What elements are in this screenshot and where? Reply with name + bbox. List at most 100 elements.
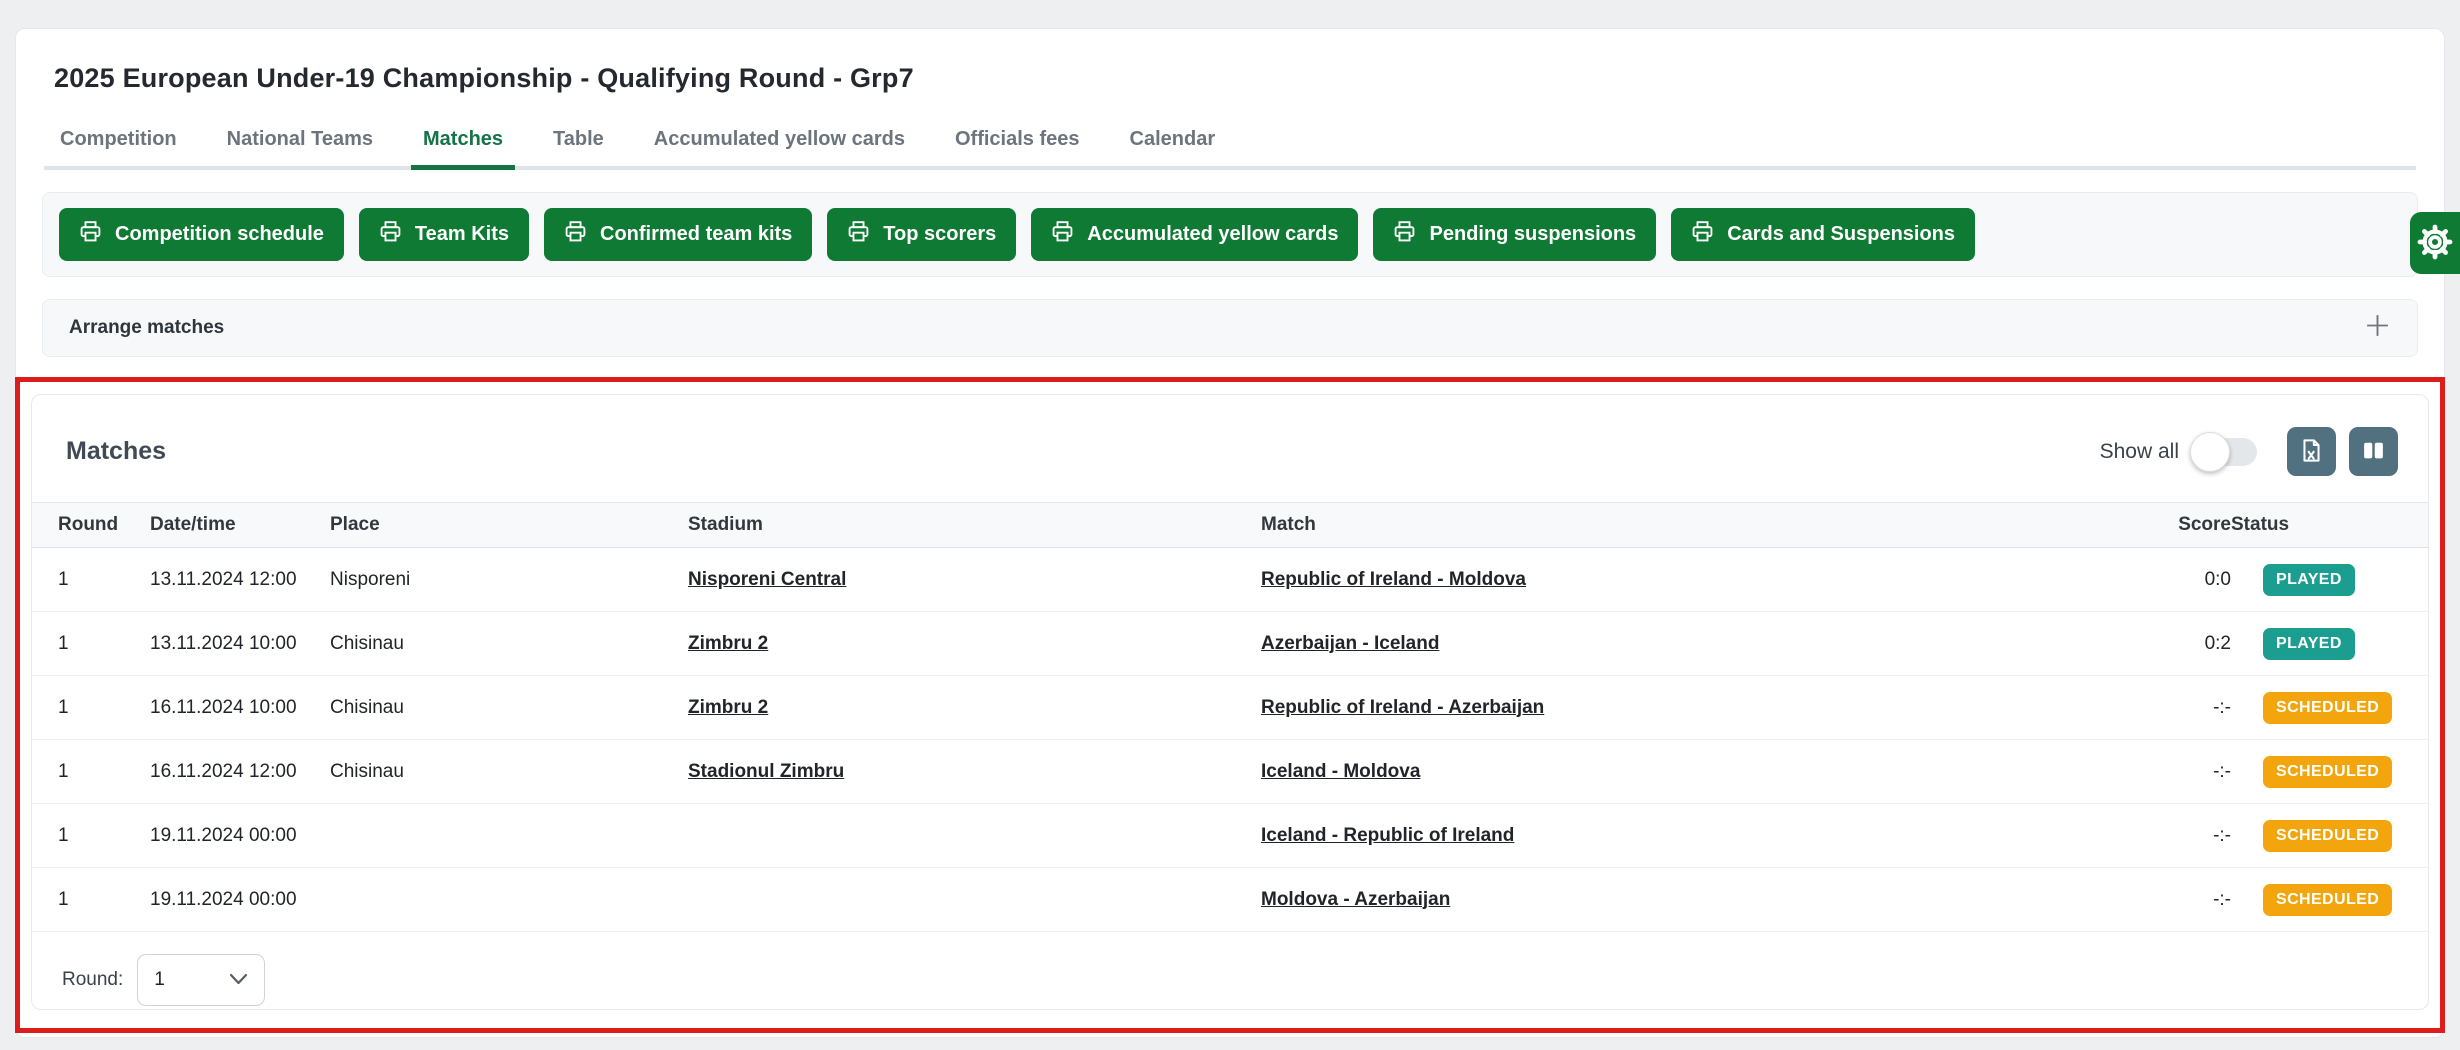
round-select-value: 1	[154, 969, 165, 991]
status-badge-cell: PLAYED	[2231, 628, 2402, 660]
cell-place: Chisinau	[330, 761, 688, 783]
cell-score: -:-	[2141, 697, 2231, 719]
cell-round: 1	[58, 633, 150, 655]
round-label: Round:	[62, 969, 123, 991]
status-badge-cell: SCHEDULED	[2231, 756, 2402, 788]
tab-calendar[interactable]: Calendar	[1128, 128, 1218, 166]
match-link[interactable]: Iceland - Republic of Ireland	[1261, 825, 2141, 847]
status-badge-cell: PLAYED	[2231, 564, 2402, 596]
settings-fab-button[interactable]	[2410, 212, 2460, 274]
table-columns-icon	[2361, 438, 2386, 466]
match-link[interactable]: Republic of Ireland - Azerbaijan	[1261, 697, 2141, 719]
gear-icon	[2416, 223, 2454, 264]
table-row: 1 19.11.2024 00:00 Iceland - Republic of…	[32, 804, 2428, 868]
matches-card: Matches Show all	[31, 394, 2429, 1010]
print-button-accumulated-yellow-cards[interactable]: Accumulated yellow cards	[1031, 208, 1358, 261]
column-header-place: Place	[330, 514, 688, 536]
status-badge: SCHEDULED	[2263, 820, 2392, 852]
cell-datetime: 16.11.2024 12:00	[150, 761, 330, 783]
cell-score: 0:0	[2141, 569, 2231, 591]
column-header-date-time: Date/time	[150, 514, 330, 536]
print-button-pending-suspensions[interactable]: Pending suspensions	[1373, 208, 1656, 261]
cell-datetime: 13.11.2024 10:00	[150, 633, 330, 655]
print-button-top-scorers[interactable]: Top scorers	[827, 208, 1016, 261]
page-title: 2025 European Under-19 Championship - Qu…	[54, 63, 2406, 94]
export-excel-button[interactable]	[2287, 427, 2336, 476]
tab-officials-fees[interactable]: Officials fees	[953, 128, 1082, 166]
tab-label: Matches	[423, 128, 503, 150]
arrange-matches-title: Arrange matches	[69, 317, 224, 339]
print-button-label: Confirmed team kits	[600, 223, 792, 246]
tab-matches[interactable]: Matches	[421, 128, 505, 166]
show-all-label: Show all	[2100, 440, 2179, 464]
matches-heading: Matches	[66, 437, 166, 466]
tab-table[interactable]: Table	[551, 128, 606, 166]
column-header-score: Score	[2141, 514, 2231, 536]
printer-icon	[1691, 220, 1714, 249]
file-excel-icon	[2299, 438, 2324, 466]
cell-round: 1	[58, 825, 150, 847]
column-header-stadium: Stadium	[688, 514, 1261, 536]
stadium-link[interactable]: Zimbru 2	[688, 633, 1261, 655]
highlight-red-frame: Matches Show all	[15, 377, 2445, 1033]
tab-accumulated-yellow-cards[interactable]: Accumulated yellow cards	[652, 128, 907, 166]
status-badge: SCHEDULED	[2263, 884, 2392, 916]
cell-datetime: 16.11.2024 10:00	[150, 697, 330, 719]
table-row: 1 19.11.2024 00:00 Moldova - Azerbaijan …	[32, 868, 2428, 932]
tab-bar: Competition National Teams Matches Table Acc…	[44, 128, 2416, 170]
arrange-matches-panel[interactable]: Arrange matches	[42, 299, 2418, 357]
match-link[interactable]: Moldova - Azerbaijan	[1261, 889, 2141, 911]
print-button-label: Competition schedule	[115, 223, 324, 246]
printer-icon	[564, 220, 587, 249]
print-button-cards-and-suspensions[interactable]: Cards and Suspensions	[1671, 208, 1975, 261]
cell-place: Nisporeni	[330, 569, 688, 591]
printer-icon	[847, 220, 870, 249]
tab-national-teams[interactable]: National Teams	[225, 128, 375, 166]
cell-score: 0:2	[2141, 633, 2231, 655]
cell-round: 1	[58, 761, 150, 783]
cell-score: -:-	[2141, 889, 2231, 911]
status-badge: SCHEDULED	[2263, 756, 2392, 788]
stadium-link[interactable]: Nisporeni Central	[688, 569, 1261, 591]
tab-label: Competition	[60, 128, 177, 150]
show-all-toggle[interactable]	[2193, 438, 2257, 466]
tab-competition[interactable]: Competition	[58, 128, 179, 166]
tab-label: Calendar	[1130, 128, 1216, 150]
toggle-knob	[2190, 432, 2230, 472]
matches-header-row: Matches Show all	[32, 395, 2428, 502]
status-badge-cell: SCHEDULED	[2231, 820, 2402, 852]
match-link[interactable]: Azerbaijan - Iceland	[1261, 633, 2141, 655]
cell-datetime: 19.11.2024 00:00	[150, 825, 330, 847]
column-header-status: Status	[2231, 514, 2402, 536]
cell-datetime: 13.11.2024 12:00	[150, 569, 330, 591]
print-button-label: Accumulated yellow cards	[1087, 223, 1338, 246]
cell-score: -:-	[2141, 825, 2231, 847]
tab-label: Accumulated yellow cards	[654, 128, 905, 150]
table-row: 1 13.11.2024 12:00 Nisporeni Nisporeni C…	[32, 548, 2428, 612]
print-button-team-kits[interactable]: Team Kits	[359, 208, 529, 261]
status-badge-cell: SCHEDULED	[2231, 692, 2402, 724]
column-header-match: Match	[1261, 514, 2141, 536]
print-button-label: Cards and Suspensions	[1727, 223, 1955, 246]
match-link[interactable]: Iceland - Moldova	[1261, 761, 2141, 783]
status-badge-cell: SCHEDULED	[2231, 884, 2402, 916]
cell-round: 1	[58, 889, 150, 911]
stadium-link[interactable]: Stadionul Zimbru	[688, 761, 1261, 783]
print-button-confirmed-team-kits[interactable]: Confirmed team kits	[544, 208, 812, 261]
cell-place: Chisinau	[330, 697, 688, 719]
main-content-card: 2025 European Under-19 Championship - Qu…	[15, 28, 2445, 1038]
matches-table-header: RoundDate/timePlaceStadiumMatchScoreStat…	[32, 502, 2428, 548]
cell-datetime: 19.11.2024 00:00	[150, 889, 330, 911]
match-link[interactable]: Republic of Ireland - Moldova	[1261, 569, 2141, 591]
printer-icon	[1393, 220, 1416, 249]
tab-label: National Teams	[227, 128, 373, 150]
cell-score: -:-	[2141, 761, 2231, 783]
cell-round: 1	[58, 569, 150, 591]
round-select[interactable]: 1	[137, 954, 265, 1006]
table-columns-button[interactable]	[2349, 427, 2398, 476]
tab-label: Table	[553, 128, 604, 150]
print-button-competition-schedule[interactable]: Competition schedule	[59, 208, 344, 261]
status-badge: SCHEDULED	[2263, 692, 2392, 724]
stadium-link[interactable]: Zimbru 2	[688, 697, 1261, 719]
plus-icon[interactable]	[2364, 312, 2391, 344]
